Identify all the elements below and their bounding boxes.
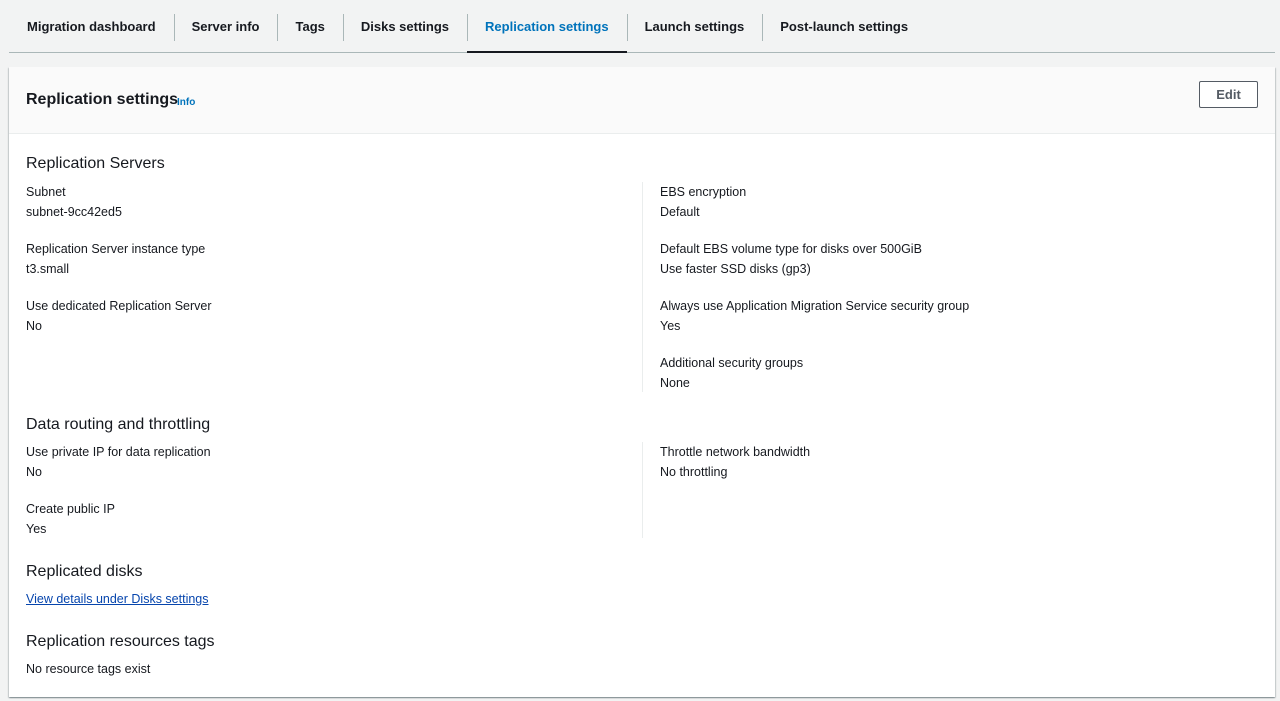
field-value: No xyxy=(26,465,42,479)
view-disks-settings-link[interactable]: View details under Disks settings xyxy=(26,592,209,606)
edit-button[interactable]: Edit xyxy=(1199,81,1258,108)
replication-servers-right: EBS encryption Default Default EBS volum… xyxy=(660,184,969,412)
field-label: Use dedicated Replication Server xyxy=(26,299,212,313)
replication-servers-title: Replication Servers xyxy=(26,155,165,172)
field-subnet: Subnet subnet-9cc42ed5 xyxy=(26,184,212,221)
field-value: Use faster SSD disks (gp3) xyxy=(660,262,811,276)
field-label: Throttle network bandwidth xyxy=(660,445,811,459)
column-divider xyxy=(642,182,643,392)
field-private-ip: Use private IP for data replication No xyxy=(26,444,211,481)
field-label: Default EBS volume type for disks over 5… xyxy=(660,242,922,256)
field-ebs-encryption: EBS encryption Default xyxy=(660,184,969,221)
field-dedicated-server: Use dedicated Replication Server No xyxy=(26,298,212,335)
field-value: None xyxy=(660,376,690,390)
resource-tags-title: Replication resources tags xyxy=(26,633,215,650)
info-link[interactable]: Info xyxy=(177,97,195,108)
data-routing-title: Data routing and throttling xyxy=(26,416,211,433)
field-label: Create public IP xyxy=(26,502,115,516)
field-label: Use private IP for data replication xyxy=(26,445,211,459)
data-routing-right: Throttle network bandwidth No throttling xyxy=(660,444,810,501)
replicated-disks-title: Replicated disks xyxy=(26,563,143,580)
field-value: Yes xyxy=(26,522,47,536)
replication-servers-left: Subnet subnet-9cc42ed5 Replication Serve… xyxy=(26,184,212,355)
field-additional-security-groups: Additional security groups None xyxy=(660,355,969,392)
panel-title: Replication settings xyxy=(26,91,179,108)
column-divider xyxy=(642,442,643,538)
tab-bar: Migration dashboard Server info Tags Dis… xyxy=(9,0,1275,53)
field-security-group: Always use Application Migration Service… xyxy=(660,298,969,335)
field-throttle-bandwidth: Throttle network bandwidth No throttling xyxy=(660,444,810,481)
field-value: subnet-9cc42ed5 xyxy=(26,205,122,219)
no-resource-tags-text: No resource tags exist xyxy=(26,662,151,676)
panel-header: Replication settings Info Edit xyxy=(9,67,1275,134)
field-label: Replication Server instance type xyxy=(26,242,206,256)
tab-tags[interactable]: Tags xyxy=(277,0,342,52)
field-instance-type: Replication Server instance type t3.smal… xyxy=(26,241,212,278)
data-routing-left: Use private IP for data replication No C… xyxy=(26,444,211,558)
field-ebs-volume-type: Default EBS volume type for disks over 5… xyxy=(660,241,969,278)
tab-replication-settings[interactable]: Replication settings xyxy=(467,0,627,53)
field-label: Subnet xyxy=(26,185,66,199)
tab-disks-settings[interactable]: Disks settings xyxy=(342,0,467,52)
field-value: Yes xyxy=(660,319,681,333)
field-value: No throttling xyxy=(660,465,728,479)
field-label: Always use Application Migration Service… xyxy=(660,299,970,313)
field-value: Default xyxy=(660,205,700,219)
field-public-ip: Create public IP Yes xyxy=(26,501,211,538)
tab-server-info[interactable]: Server info xyxy=(173,0,278,52)
field-value: No xyxy=(26,319,42,333)
field-label: EBS encryption xyxy=(660,185,747,199)
tab-launch-settings[interactable]: Launch settings xyxy=(626,0,763,52)
tab-post-launch-settings[interactable]: Post-launch settings xyxy=(762,0,926,52)
field-label: Additional security groups xyxy=(660,356,804,370)
replication-settings-panel: Replication settings Info Edit Replicati… xyxy=(9,67,1275,697)
field-value: t3.small xyxy=(26,262,70,276)
tab-migration-dashboard[interactable]: Migration dashboard xyxy=(9,0,174,52)
